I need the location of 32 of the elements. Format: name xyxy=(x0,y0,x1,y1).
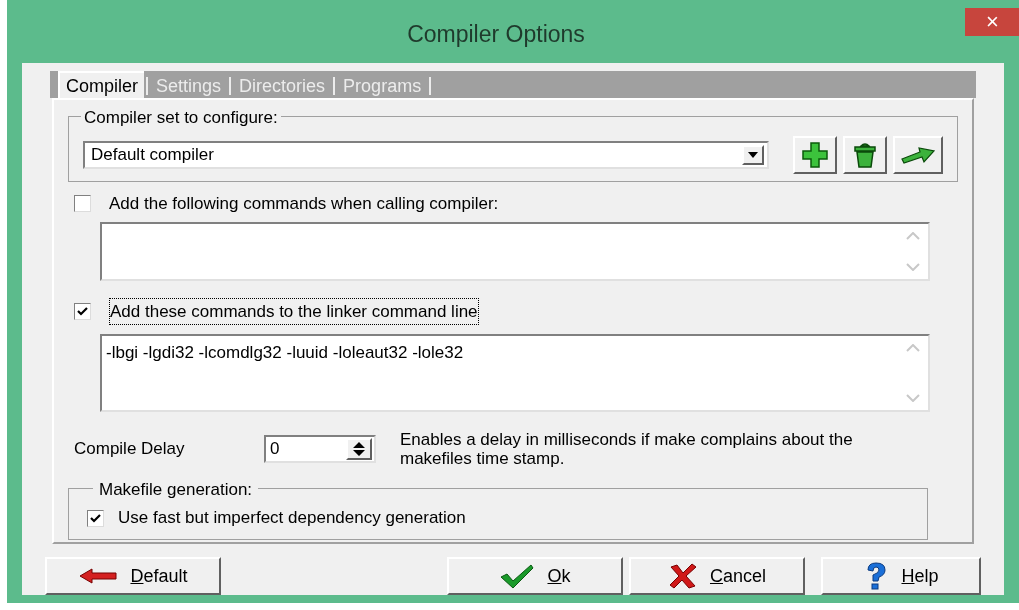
checkmark-icon xyxy=(499,563,536,589)
checkbox[interactable] xyxy=(74,195,91,213)
help-button[interactable]: Help xyxy=(821,557,981,595)
cancel-button[interactable]: Cancel xyxy=(629,557,805,595)
checkmark-icon xyxy=(90,513,101,523)
compiler-dropdown[interactable]: Default compiler xyxy=(83,141,769,169)
checkbox-label: Add the following commands when calling compiler: xyxy=(109,193,499,215)
plus-icon xyxy=(802,142,828,168)
field-label: Compile Delay xyxy=(74,438,186,461)
checkbox[interactable] xyxy=(74,302,91,320)
right-arrow-icon xyxy=(900,146,936,164)
delay-spinner[interactable]: 0 xyxy=(264,435,376,463)
spinner-value: 0 xyxy=(270,438,280,461)
trash-icon xyxy=(853,142,877,168)
field-text: -lbgi -lgdi32 -lcomdlg32 -luuid -loleaut32 -lole32 xyxy=(106,343,464,362)
rename-button[interactable] xyxy=(893,136,943,174)
window-title: Compiler Options xyxy=(406,20,586,49)
cross-icon xyxy=(668,563,698,589)
left-arrow-icon xyxy=(78,568,119,584)
ok-button[interactable]: Ok xyxy=(447,557,623,595)
default-button[interactable]: Default xyxy=(45,557,221,595)
close-button[interactable]: × xyxy=(965,8,1019,36)
checkbox-label: Use fast but imperfect dependency generation xyxy=(118,507,466,530)
delete-button[interactable] xyxy=(843,136,887,174)
tab[interactable]: Compiler xyxy=(58,71,145,98)
checkbox-label: Add these commands to the linker command line xyxy=(109,297,479,325)
checkmark-icon xyxy=(77,306,88,316)
checkbox[interactable] xyxy=(87,509,104,527)
spinner-arrows-icon[interactable] xyxy=(346,438,372,460)
dropdown-value: Default compiler xyxy=(91,144,214,167)
add-button[interactable] xyxy=(793,136,837,174)
delay-description: Enables a delay in milliseconds if make complains about the makefiles time stamp. xyxy=(400,430,854,468)
